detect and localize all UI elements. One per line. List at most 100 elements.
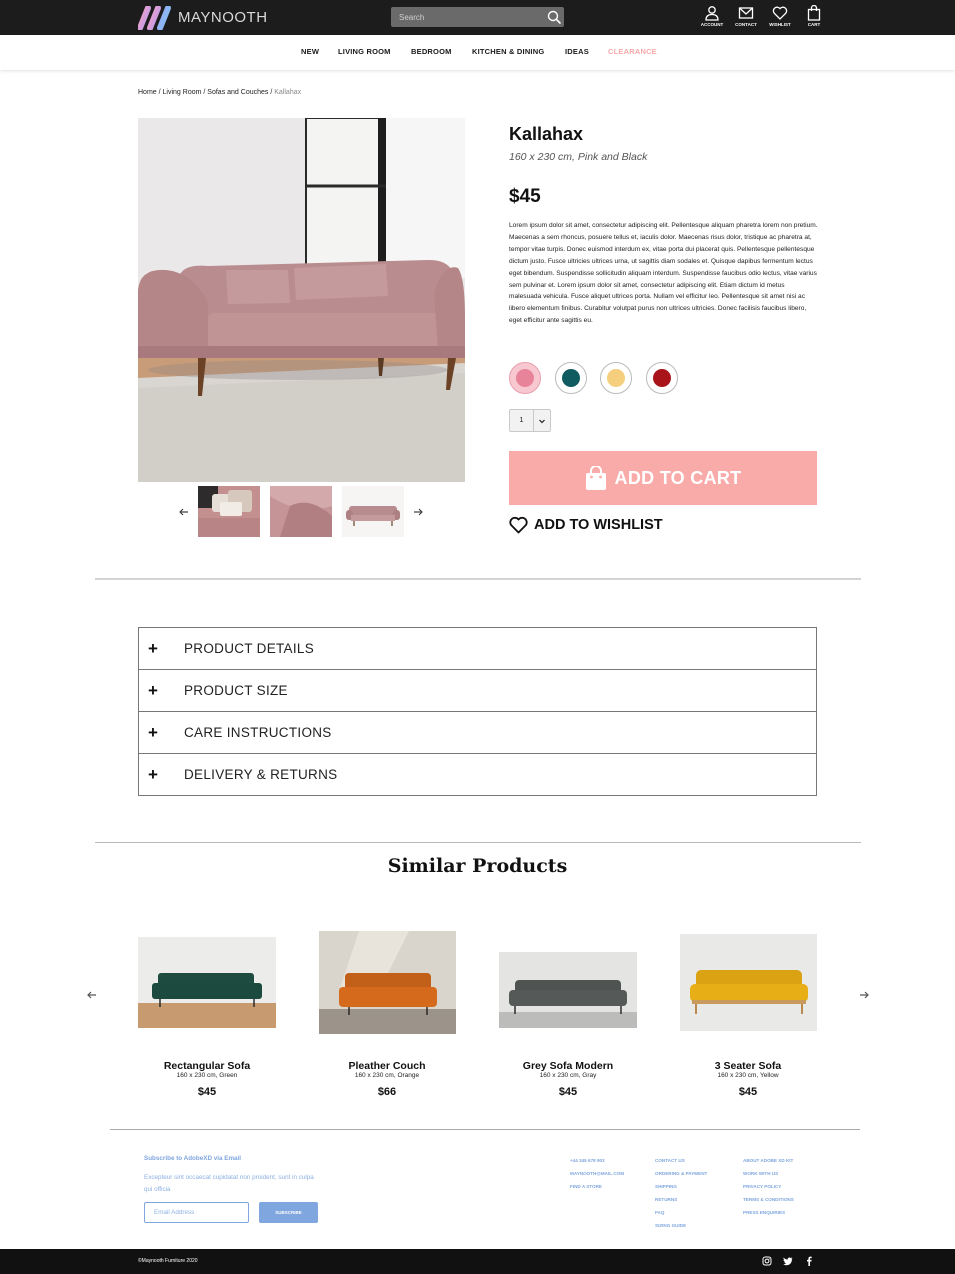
- green-sofa-photo: [138, 937, 276, 1028]
- arrow-right-icon[interactable]: [858, 989, 870, 1001]
- footer-press-link[interactable]: PRESS ENQUIRIES: [743, 1206, 794, 1219]
- thumbnail-strip: [176, 486, 426, 538]
- quantity-value: 1: [510, 410, 534, 431]
- heart-icon: [772, 6, 788, 20]
- footer-terms-link[interactable]: TERMS & CONDITIONS: [743, 1193, 794, 1206]
- breadcrumb-current: Kallahax: [274, 89, 302, 96]
- wishlist-button[interactable]: WISHLIST: [765, 5, 795, 27]
- product-card-name: 3 Seater Sofa: [714, 1060, 782, 1072]
- logo-mark-icon: [138, 5, 171, 30]
- subscribe-button[interactable]: SUBSCRIBE: [259, 1202, 318, 1223]
- product-card-name: Rectangular Sofa: [163, 1060, 251, 1072]
- top-bar: MAYNOOTH ACCOUNT CONTACT WI: [0, 0, 955, 35]
- add-to-wishlist-button[interactable]: ADD TO WISHLIST: [509, 514, 663, 536]
- bag-icon: [807, 5, 821, 21]
- grey-sofa-photo: [499, 952, 637, 1028]
- accordion-delivery-returns[interactable]: + DELIVERY & RETURNS: [139, 754, 816, 795]
- similar-products-title: Similar Products: [387, 855, 568, 877]
- nav-item-clearance[interactable]: CLEARANCE: [608, 47, 657, 56]
- breadcrumb-living-room[interactable]: Living Room: [163, 89, 202, 96]
- yellow-sofa-photo: [680, 934, 817, 1031]
- swatch-red[interactable]: [646, 362, 678, 394]
- product-card-name: Pleather Couch: [348, 1060, 426, 1072]
- instagram-icon[interactable]: [762, 1256, 772, 1266]
- product-card-price: $45: [197, 1086, 217, 1098]
- plus-icon: +: [148, 765, 158, 784]
- product-card-image: [138, 937, 276, 1028]
- quantity-select[interactable]: 1: [509, 409, 551, 432]
- cart-label: CART: [807, 22, 821, 27]
- arm-detail-photo: [270, 486, 332, 537]
- arrow-right-icon[interactable]: [412, 506, 424, 518]
- accordion-product-size[interactable]: + PRODUCT SIZE: [139, 670, 816, 712]
- thumbnail-cushions[interactable]: [198, 486, 260, 537]
- nav-item-new[interactable]: NEW: [301, 47, 319, 56]
- nav-item-bedroom[interactable]: BEDROOM: [411, 47, 452, 56]
- add-to-cart-label: ADD TO CART: [614, 467, 742, 488]
- subscribe-text: Excepteur sint occaecat cupidatat non pr…: [144, 1174, 314, 1193]
- twitter-icon[interactable]: [783, 1256, 793, 1266]
- footer-about-link[interactable]: ABOUT ADOBE XD KIT: [743, 1154, 794, 1167]
- footer-contact-column: +44 345 678 903 MAYNOOTH@MAIL.COM FIND A…: [570, 1154, 624, 1193]
- nav-item-kitchen-dining[interactable]: KITCHEN & DINING: [472, 47, 544, 56]
- footer-sizing-link[interactable]: SIZING GUIDE: [655, 1219, 707, 1232]
- thumbnail-full-sofa[interactable]: [342, 486, 404, 537]
- arrow-left-icon[interactable]: [178, 506, 190, 518]
- nav-item-living-room[interactable]: LIVING ROOM: [338, 47, 391, 56]
- footer-find-store-link[interactable]: FIND A STORE: [570, 1180, 624, 1193]
- accordion-product-details[interactable]: + PRODUCT DETAILS: [139, 628, 816, 670]
- footer-shipping-link[interactable]: SHIPPING: [655, 1180, 707, 1193]
- brand-logo[interactable]: MAYNOOTH: [138, 5, 268, 30]
- footer-work-link[interactable]: WORK WITH US: [743, 1167, 794, 1180]
- swatch-yellow[interactable]: [600, 362, 632, 394]
- copyright-text: ©Maynooth Furniture 2020: [138, 1258, 198, 1264]
- accordion-label: CARE INSTRUCTIONS: [184, 725, 332, 740]
- footer-phone-link[interactable]: +44 345 678 903: [570, 1154, 624, 1167]
- footer-email-link[interactable]: MAYNOOTH@MAIL.COM: [570, 1167, 624, 1180]
- breadcrumb-home[interactable]: Home: [138, 89, 157, 96]
- swatch-pink[interactable]: [509, 362, 541, 394]
- accordion-label: PRODUCT DETAILS: [184, 641, 315, 656]
- product-card-subtitle: 160 x 230 cm, Green: [176, 1072, 238, 1079]
- accordion-care-instructions[interactable]: + CARE INSTRUCTIONS: [139, 712, 816, 754]
- quantity-dropdown[interactable]: [534, 410, 550, 431]
- search-input[interactable]: [391, 7, 541, 27]
- product-card-image: [319, 931, 456, 1034]
- add-to-wishlist-label: ADD TO WISHLIST: [534, 517, 663, 533]
- contact-label: CONTACT: [735, 22, 757, 27]
- arrow-left-icon[interactable]: [86, 989, 98, 1001]
- footer-returns-link[interactable]: RETURNS: [655, 1193, 707, 1206]
- swatch-color: [516, 369, 534, 387]
- account-label: ACCOUNT: [700, 22, 724, 27]
- product-main-image: [138, 118, 465, 482]
- thumbnail-arm-detail[interactable]: [270, 486, 332, 537]
- account-button[interactable]: ACCOUNT: [697, 5, 727, 27]
- section-divider: [95, 578, 861, 580]
- footer-faq-link[interactable]: FAQ: [655, 1206, 707, 1219]
- plus-icon: +: [148, 639, 158, 658]
- search-box: [391, 7, 564, 27]
- product-card-image: [499, 952, 637, 1028]
- contact-button[interactable]: CONTACT: [731, 5, 761, 27]
- facebook-icon[interactable]: [804, 1256, 814, 1266]
- product-card-subtitle: 160 x 230 cm, Orange: [354, 1072, 420, 1079]
- nav-item-ideas[interactable]: IDEAS: [565, 47, 589, 56]
- account-icon: [705, 6, 719, 21]
- footer-ordering-link[interactable]: ORDERING & PAYMENT: [655, 1167, 707, 1180]
- swatch-teal[interactable]: [555, 362, 587, 394]
- add-to-cart-button[interactable]: ADD TO CART: [509, 451, 817, 505]
- footer-contact-us-link[interactable]: CONTACT US: [655, 1154, 707, 1167]
- footer-about-column: ABOUT ADOBE XD KIT WORK WITH US PRIVACY …: [743, 1154, 794, 1219]
- search-icon[interactable]: [546, 9, 562, 25]
- sofa-photo: [138, 118, 465, 482]
- product-card-price: $45: [558, 1086, 578, 1098]
- footer-help-column: CONTACT US ORDERING & PAYMENT SHIPPING R…: [655, 1154, 707, 1232]
- email-field[interactable]: [144, 1202, 249, 1223]
- breadcrumb-sofas[interactable]: Sofas and Couches: [207, 89, 268, 96]
- breadcrumb: Home / Living Room / Sofas and Couches /…: [138, 89, 302, 96]
- cart-button[interactable]: CART: [799, 5, 829, 27]
- chevron-down-icon: [539, 419, 545, 423]
- footer-privacy-link[interactable]: PRIVACY POLICY: [743, 1180, 794, 1193]
- bottom-bar: ©Maynooth Furniture 2020: [0, 1249, 955, 1274]
- shopping-bag-icon: [585, 466, 606, 490]
